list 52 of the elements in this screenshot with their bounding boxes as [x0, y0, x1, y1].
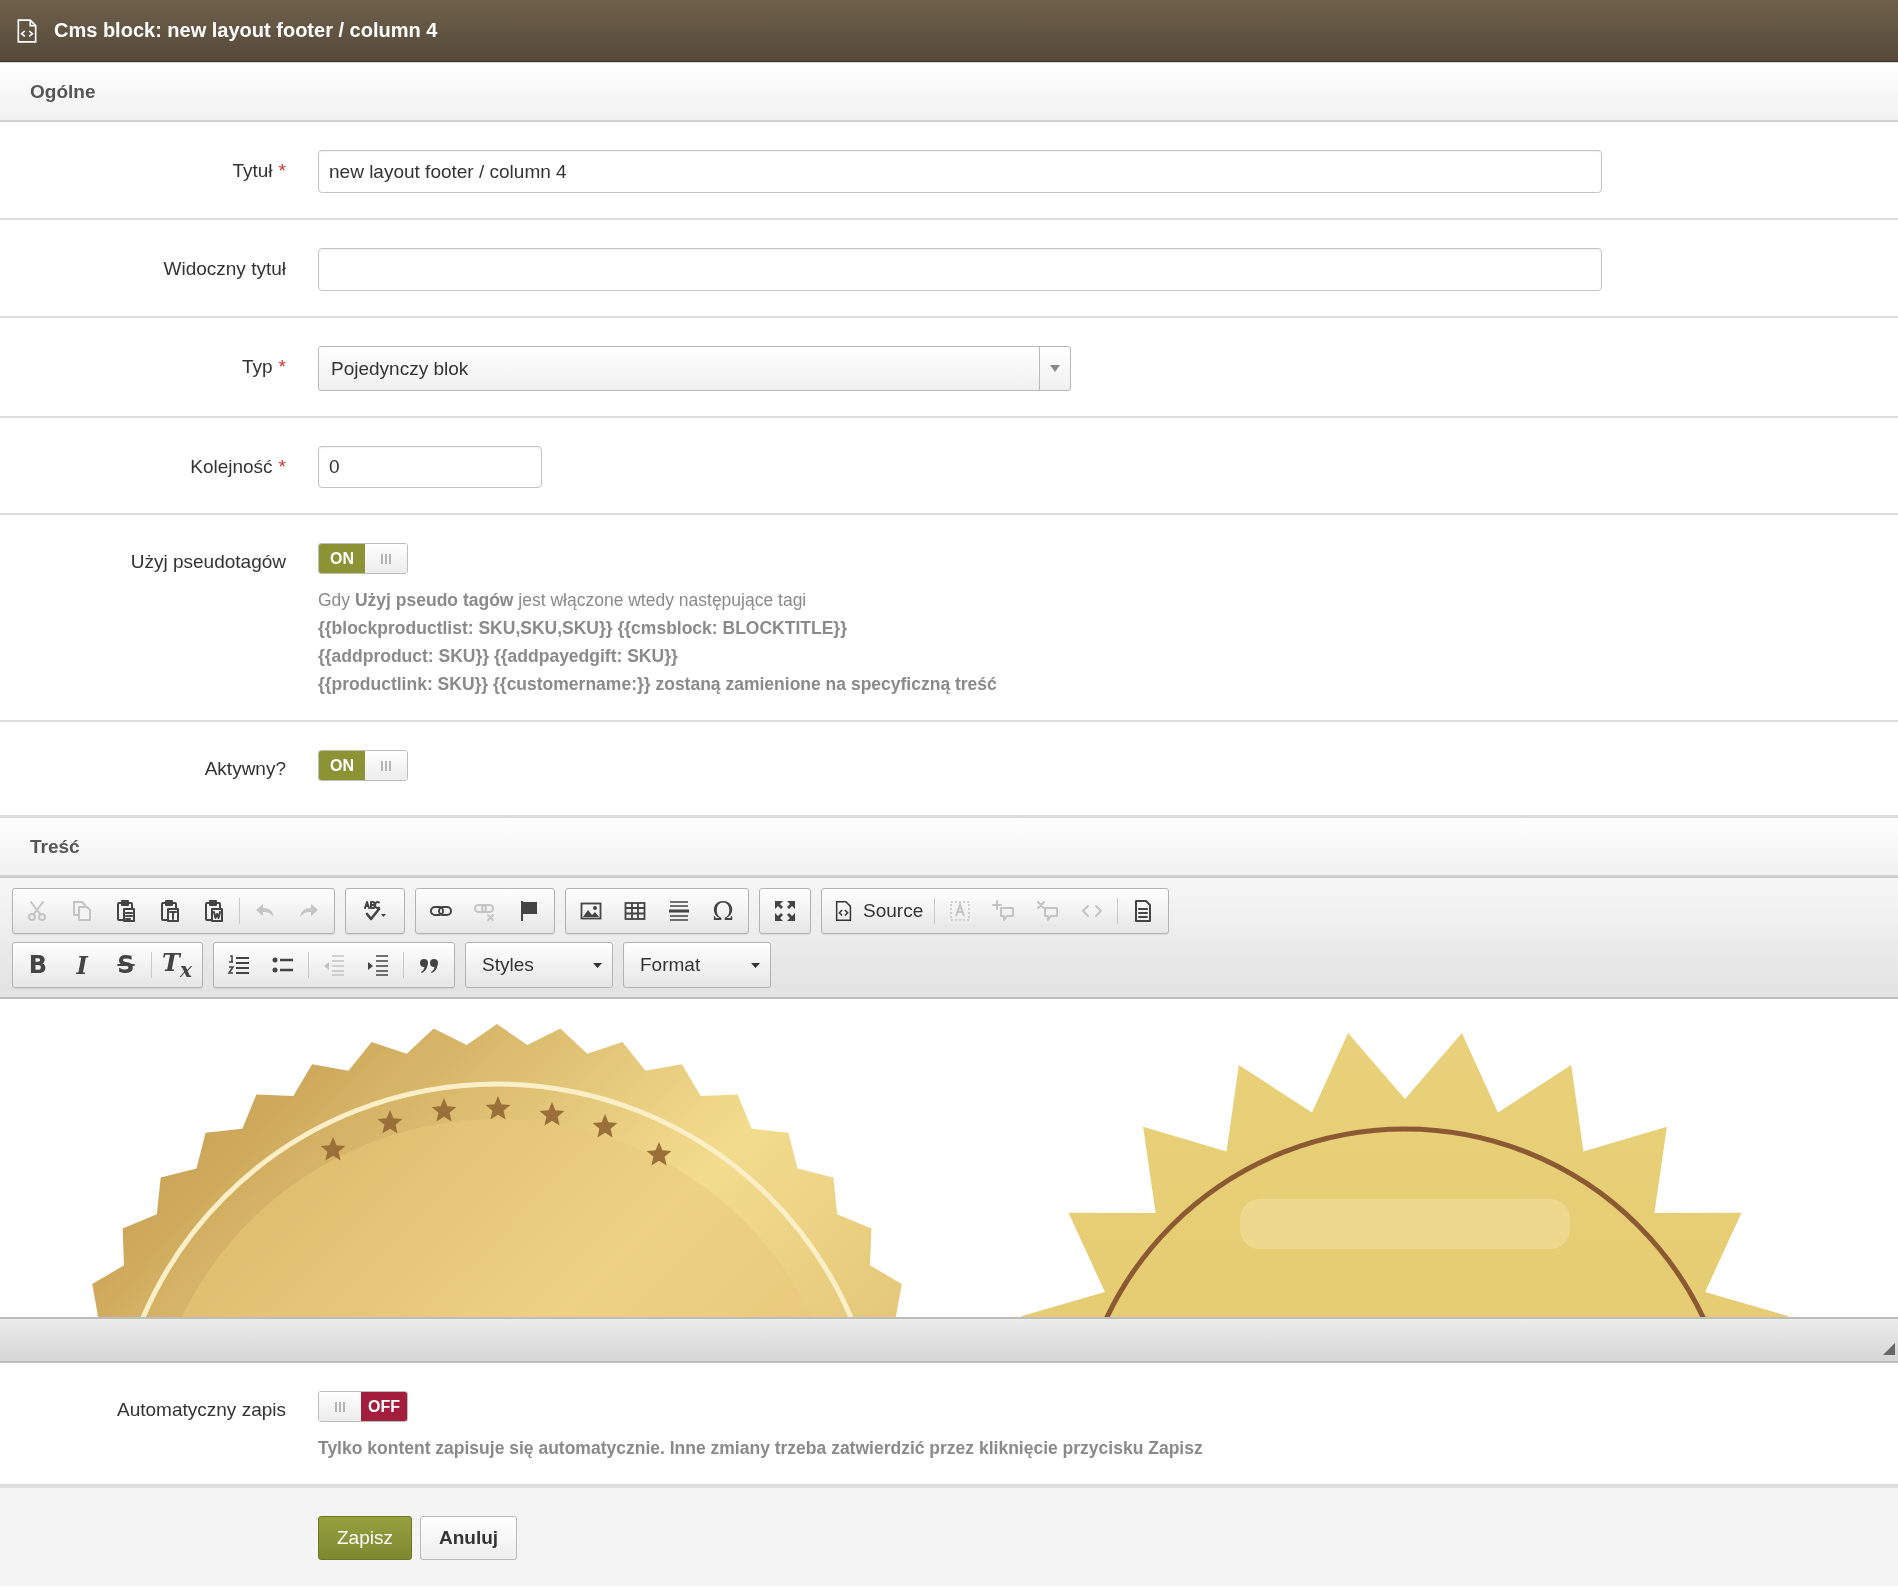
field-label: Typ: [241, 356, 273, 378]
copy-icon: [70, 899, 94, 923]
required-mark: *: [278, 160, 286, 182]
numbered-list-icon: [227, 953, 251, 977]
toggle-switch[interactable]: OFF: [318, 1391, 408, 1422]
toolbar-button[interactable]: I: [60, 946, 104, 984]
grip-icon: [381, 759, 391, 772]
text-field[interactable]: [318, 248, 1602, 291]
section-title: Treść: [30, 835, 80, 858]
select-field[interactable]: Pojedynczy blok: [318, 346, 1071, 391]
source-button[interactable]: Source: [825, 892, 932, 930]
help-text: {{addproduct: SKU}} {{addpayedgift: SKU}}: [318, 645, 679, 668]
maximize-icon: [773, 899, 797, 923]
toolbar-button[interactable]: S: [104, 946, 148, 984]
required-mark: *: [278, 356, 286, 378]
cancel-button[interactable]: Anuluj: [419, 1516, 518, 1560]
table-icon: [623, 899, 647, 923]
clipboard-icon: [114, 899, 138, 923]
help-text: {{productlink: SKU}} {{customername:}} zostaną zamienione na specyficzną treść: [318, 673, 998, 696]
dropdown[interactable]: Styles: [465, 942, 613, 988]
grip-icon: [381, 552, 391, 565]
horizontal-rule-icon: [667, 899, 691, 923]
caret-icon: [1050, 365, 1060, 372]
outdent-icon: [322, 953, 346, 977]
toolbar-button[interactable]: Ω: [701, 892, 745, 930]
grip-icon: [335, 1400, 345, 1413]
section-title: Ogólne: [30, 80, 96, 103]
field-label: Automatyczny zapis: [117, 1399, 286, 1421]
field-label: Tytuł: [232, 160, 273, 182]
indent-icon: [366, 953, 390, 977]
comment-add-icon: [992, 899, 1017, 923]
clipboard-icon: [158, 899, 182, 923]
required-mark: *: [278, 456, 286, 478]
field-label: Widoczny tytuł: [163, 258, 286, 280]
caret-icon: [751, 962, 760, 968]
field-label: Aktywny?: [204, 758, 286, 780]
caret-icon: [593, 962, 602, 968]
field-label: Użyj pseudotagów: [130, 551, 286, 573]
dotted-box-icon: [948, 899, 973, 923]
text-field[interactable]: new layout footer / column 4: [318, 150, 1602, 193]
window-title: Cms block: new layout footer / column 4: [54, 19, 438, 42]
toolbar-button[interactable]: B: [16, 946, 60, 984]
resize-handle-icon: [1883, 1343, 1895, 1355]
help-text: Tylko kontent zapisuje się automatycznie. Inne zmiany trzeba zatwierdzić przez kliknięcie przycisku Zapisz: [318, 1437, 1204, 1460]
toolbar-button[interactable]: T$_{x}$: [155, 946, 199, 984]
field-label: Kolejność: [190, 456, 273, 478]
dropdown[interactable]: Format: [623, 942, 771, 988]
comment-remove-icon: [1036, 899, 1061, 923]
help-text: Gdy Użyj pseudo tagów jest włączone wtedy następujące tagi: [318, 589, 808, 612]
number-field[interactable]: 0: [318, 446, 542, 488]
help-text: {{blockproductlist: SKU,SKU,SKU}} {{cmsblock: BLOCKTITLE}}: [318, 617, 848, 640]
clipboard-icon: [202, 899, 226, 923]
